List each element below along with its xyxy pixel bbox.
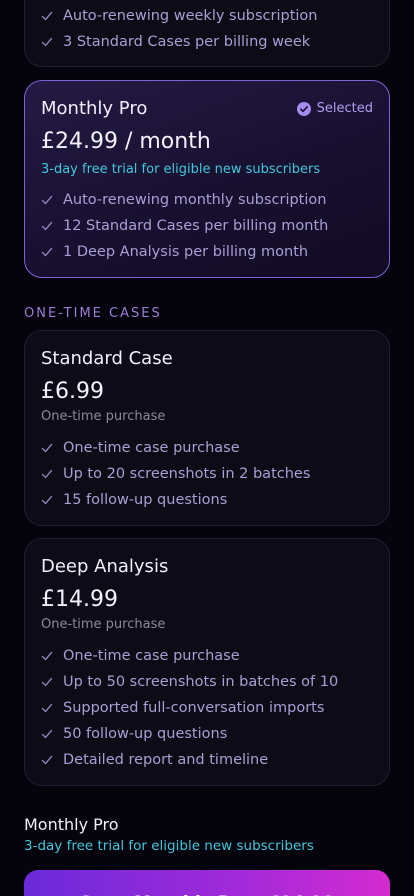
plan-title: Deep Analysis	[41, 556, 169, 577]
feature-text: 12 Standard Cases per billing month	[63, 218, 329, 234]
feature-item: 15 follow-up questions	[41, 487, 310, 513]
feature-text: 1 Deep Analysis per billing month	[63, 244, 309, 260]
feature-text: 15 follow-up questions	[63, 492, 228, 508]
feature-item: 12 Standard Cases per billing month	[41, 213, 328, 239]
feature-text: 3 Standard Cases per billing week	[63, 34, 311, 50]
start-subscription-button[interactable]: Start Monthly Pro · £24.99	[24, 870, 390, 896]
selected-badge: Selected	[296, 101, 373, 116]
weekly-feature-list: Auto-renewing weekly subscription 3 Stan…	[41, 3, 318, 55]
footer-trial-text: 3-day free trial for eligible new subscr…	[24, 838, 314, 854]
plan-price: £24.99 / month	[41, 129, 211, 154]
standard-case-card[interactable]: Standard Case £6.99 One-time purchase On…	[24, 330, 390, 526]
plan-subtitle: One-time purchase	[41, 617, 166, 632]
check-icon	[41, 703, 53, 713]
plan-title: Monthly Pro	[41, 98, 148, 119]
standard-feature-list: One-time case purchase Up to 20 screensh…	[41, 435, 310, 513]
deep-feature-list: One-time case purchase Up to 50 screensh…	[41, 643, 338, 773]
monthly-pro-plan-card[interactable]: Monthly Pro Selected £24.99 / month 3-da…	[24, 80, 390, 278]
check-icon	[41, 195, 53, 205]
feature-text: Up to 50 screenshots in batches of 10	[63, 674, 339, 690]
check-icon	[41, 729, 53, 739]
check-icon	[41, 11, 53, 21]
deep-analysis-card[interactable]: Deep Analysis £14.99 One-time purchase O…	[24, 538, 390, 786]
check-icon	[41, 221, 53, 231]
one-time-section-label: ONE-TIME CASES	[24, 306, 162, 321]
check-icon	[41, 495, 53, 505]
check-circle-icon	[296, 101, 311, 116]
check-icon	[41, 247, 53, 257]
plan-price: £6.99	[41, 379, 104, 404]
check-icon	[41, 469, 53, 479]
feature-item: Auto-renewing monthly subscription	[41, 187, 328, 213]
monthly-feature-list: Auto-renewing monthly subscription 12 St…	[41, 187, 328, 265]
feature-text: 50 follow-up questions	[63, 726, 228, 742]
feature-item: Up to 50 screenshots in batches of 10	[41, 669, 338, 695]
feature-text: One-time case purchase	[63, 440, 240, 456]
footer-plan-title: Monthly Pro	[24, 815, 119, 834]
weekly-plan-card[interactable]: Auto-renewing weekly subscription 3 Stan…	[24, 0, 390, 67]
feature-text: Auto-renewing weekly subscription	[63, 8, 318, 24]
feature-item: 50 follow-up questions	[41, 721, 338, 747]
feature-item: Up to 20 screenshots in 2 batches	[41, 461, 310, 487]
feature-text: Auto-renewing monthly subscription	[63, 192, 327, 208]
feature-item: Supported full-conversation imports	[41, 695, 338, 721]
feature-item: 3 Standard Cases per billing week	[41, 29, 318, 55]
feature-item: Detailed report and timeline	[41, 747, 338, 773]
feature-text: Up to 20 screenshots in 2 batches	[63, 466, 311, 482]
plan-title: Standard Case	[41, 348, 173, 369]
plan-subtitle: One-time purchase	[41, 409, 166, 424]
check-icon	[41, 755, 53, 765]
feature-text: Detailed report and timeline	[63, 752, 269, 768]
feature-text: Supported full-conversation imports	[63, 700, 325, 716]
trial-text: 3-day free trial for eligible new subscr…	[41, 162, 321, 177]
feature-item: Auto-renewing weekly subscription	[41, 3, 318, 29]
check-icon	[41, 677, 53, 687]
check-icon	[41, 443, 53, 453]
feature-item: 1 Deep Analysis per billing month	[41, 239, 328, 265]
check-icon	[41, 651, 53, 661]
plan-price: £14.99	[41, 587, 118, 612]
paywall-screen: Auto-renewing weekly subscription 3 Stan…	[0, 0, 414, 896]
feature-item: One-time case purchase	[41, 435, 310, 461]
check-icon	[41, 37, 53, 47]
feature-item: One-time case purchase	[41, 643, 338, 669]
feature-text: One-time case purchase	[63, 648, 240, 664]
selected-label: Selected	[316, 101, 373, 116]
